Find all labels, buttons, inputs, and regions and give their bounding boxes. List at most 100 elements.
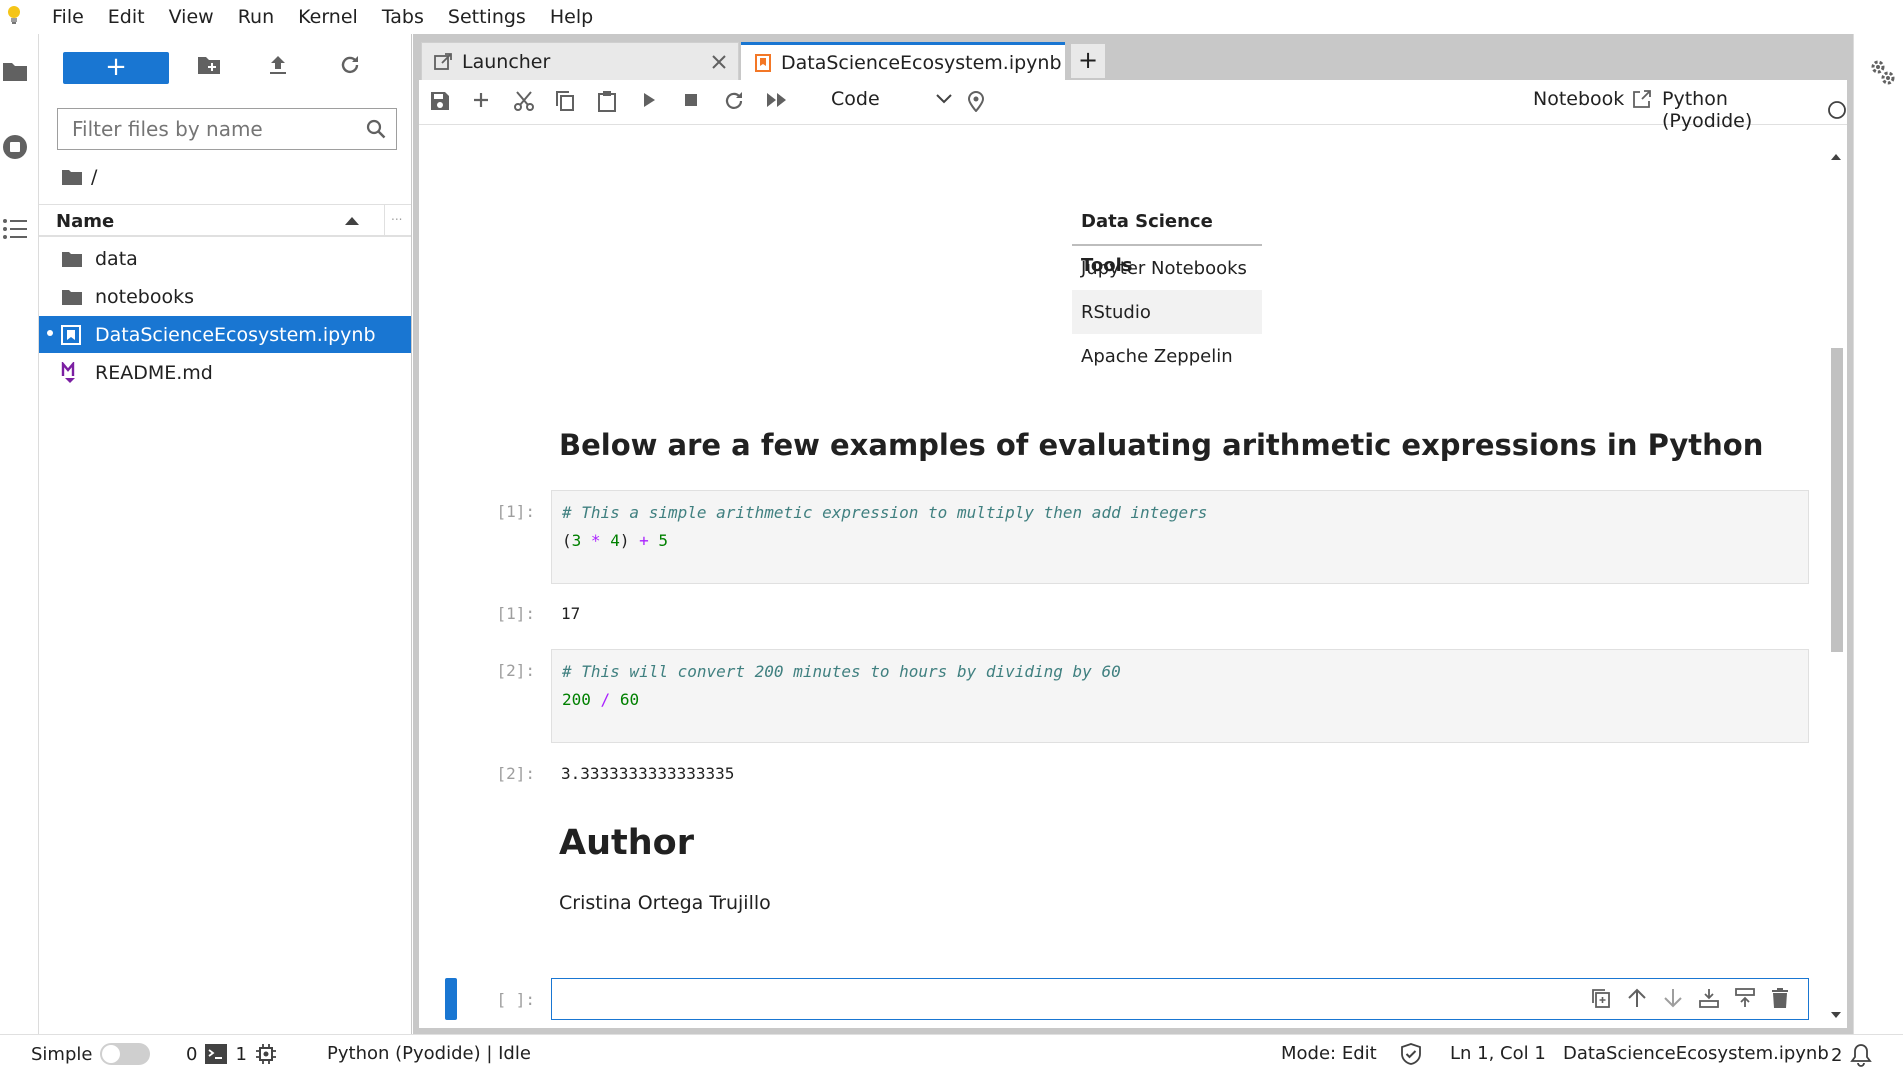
file-browser-tab-icon[interactable] bbox=[2, 60, 28, 82]
running-terminals-kernels[interactable]: 0 1 bbox=[186, 1043, 277, 1065]
open-in-notebook-link[interactable]: Notebook bbox=[1533, 88, 1652, 110]
notifications-count: 2 bbox=[1831, 1044, 1843, 1066]
new-folder-icon[interactable] bbox=[197, 54, 229, 84]
sort-ascending-icon[interactable] bbox=[345, 217, 359, 225]
move-up-icon[interactable] bbox=[1626, 987, 1648, 1009]
save-icon[interactable] bbox=[429, 90, 455, 114]
kernel-status[interactable]: Python (Pyodide) | Idle bbox=[327, 1043, 531, 1064]
menu-file[interactable]: File bbox=[52, 6, 84, 28]
file-item-datascienceecosystem[interactable]: DataScienceEcosystem.ipynb bbox=[39, 316, 411, 353]
scroll-down-arrow-icon[interactable] bbox=[1829, 1010, 1843, 1020]
file-item-label: notebooks bbox=[95, 285, 195, 308]
breadcrumb: / bbox=[61, 166, 97, 188]
toggle-switch[interactable] bbox=[100, 1043, 151, 1065]
file-item-notebooks[interactable]: notebooks bbox=[39, 278, 411, 315]
kernels-count: 1 bbox=[235, 1043, 247, 1065]
cut-icon[interactable] bbox=[513, 90, 539, 114]
insert-cell-above-icon[interactable] bbox=[1698, 987, 1720, 1009]
menu-run[interactable]: Run bbox=[238, 6, 274, 28]
insert-cell-icon[interactable] bbox=[471, 90, 497, 114]
file-item-data[interactable]: data bbox=[39, 240, 411, 277]
new-tab-button[interactable]: + bbox=[1071, 44, 1105, 78]
notebook-link-label: Notebook bbox=[1533, 88, 1625, 110]
tab-launcher[interactable]: Launcher bbox=[421, 42, 739, 80]
table-row: Jupyter Notebooks bbox=[1081, 258, 1247, 279]
tools-table: Data Science Tools Jupyter Notebooks RSt… bbox=[1072, 200, 1262, 378]
code-line: 200 / 60 bbox=[562, 690, 640, 709]
author-heading: Author bbox=[559, 823, 694, 863]
simple-mode-toggle[interactable]: Simple bbox=[31, 1043, 151, 1065]
duplicate-cell-icon[interactable] bbox=[1590, 987, 1612, 1009]
table-of-contents-tab-icon[interactable] bbox=[2, 218, 28, 240]
search-icon bbox=[366, 119, 386, 139]
running-indicator bbox=[47, 330, 53, 336]
menu-view[interactable]: View bbox=[169, 6, 214, 28]
table-header: Data Science Tools bbox=[1072, 200, 1262, 276]
menu-edit[interactable]: Edit bbox=[108, 6, 145, 28]
author-name: Cristina Ortega Trujillo bbox=[559, 892, 771, 914]
bell-icon bbox=[1850, 1043, 1873, 1067]
notifications[interactable]: 2 bbox=[1831, 1043, 1873, 1067]
new-launcher-button[interactable]: + bbox=[63, 52, 169, 84]
active-cell-marker[interactable] bbox=[445, 978, 457, 1020]
home-folder-icon[interactable] bbox=[61, 168, 83, 186]
active-code-cell-input[interactable] bbox=[551, 978, 1809, 1020]
file-list-header: Name ... bbox=[39, 204, 411, 237]
folder-icon bbox=[61, 288, 83, 306]
launcher-icon bbox=[434, 52, 452, 71]
scroll-up-arrow-icon[interactable] bbox=[1829, 152, 1843, 162]
terminal-icon bbox=[205, 1044, 228, 1064]
menu-settings[interactable]: Settings bbox=[448, 6, 526, 28]
paste-icon[interactable] bbox=[597, 90, 623, 114]
file-item-readme[interactable]: README.md bbox=[39, 354, 411, 391]
kernel-selector[interactable]: Python (Pyodide) bbox=[1662, 88, 1847, 132]
column-name-header[interactable]: Name bbox=[56, 211, 114, 232]
move-down-icon[interactable] bbox=[1662, 987, 1684, 1009]
notebook-toolbar: Code Notebook Python (Pyodide) bbox=[419, 80, 1847, 132]
column-more[interactable]: ... bbox=[391, 209, 402, 223]
debugger-pin-icon[interactable] bbox=[967, 90, 993, 114]
close-tab-icon[interactable] bbox=[712, 54, 726, 69]
upload-icon[interactable] bbox=[268, 54, 300, 84]
trusted-shield-icon[interactable] bbox=[1400, 1043, 1422, 1065]
terminals-count: 0 bbox=[186, 1043, 198, 1065]
cursor-position[interactable]: Ln 1, Col 1 bbox=[1450, 1043, 1546, 1064]
code-cell-input[interactable]: # This will convert 200 minutes to hours… bbox=[551, 649, 1809, 743]
refresh-icon[interactable] bbox=[339, 54, 371, 84]
insert-cell-below-icon[interactable] bbox=[1734, 987, 1756, 1009]
running-sessions-tab-icon[interactable] bbox=[2, 134, 28, 160]
cell-output: 3.3333333333333335 bbox=[561, 764, 735, 783]
cell-type-value: Code bbox=[831, 88, 880, 110]
code-comment: # This will convert 200 minutes to hours… bbox=[562, 662, 1121, 681]
file-item-label: README.md bbox=[95, 361, 213, 384]
run-cell-icon[interactable] bbox=[639, 90, 665, 114]
restart-kernel-icon[interactable] bbox=[723, 90, 749, 114]
restart-run-all-icon[interactable] bbox=[765, 90, 791, 114]
delete-cell-icon[interactable] bbox=[1770, 987, 1790, 1009]
property-inspector-gears-icon[interactable] bbox=[1870, 58, 1896, 86]
kernel-idle-indicator-icon bbox=[1827, 100, 1847, 120]
copy-icon[interactable] bbox=[555, 90, 581, 114]
markdown-icon bbox=[61, 361, 83, 384]
notebook-tab-icon bbox=[755, 53, 771, 72]
menu-help[interactable]: Help bbox=[550, 6, 593, 28]
cell-type-select[interactable]: Code bbox=[831, 88, 952, 110]
code-cell-input[interactable]: # This a simple arithmetic expression to… bbox=[551, 490, 1809, 584]
menu-items: File Edit View Run Kernel Tabs Settings … bbox=[40, 0, 605, 34]
column-divider[interactable] bbox=[384, 205, 385, 236]
code-line: (3 * 4) + 5 bbox=[562, 531, 668, 550]
cell-toolbar bbox=[1590, 987, 1790, 1009]
filter-files-input[interactable] bbox=[70, 109, 344, 149]
menu-kernel[interactable]: Kernel bbox=[298, 6, 358, 28]
interrupt-kernel-icon[interactable] bbox=[681, 90, 707, 114]
scrollbar-thumb[interactable] bbox=[1831, 348, 1843, 652]
tab-datascienceecosystem[interactable]: DataScienceEcosystem.ipynb bbox=[741, 42, 1065, 80]
menu-tabs[interactable]: Tabs bbox=[382, 6, 424, 28]
filter-files-field[interactable] bbox=[57, 108, 397, 150]
external-link-icon bbox=[1632, 89, 1652, 109]
kernel-chip-icon bbox=[255, 1043, 277, 1065]
breadcrumb-root[interactable]: / bbox=[91, 166, 97, 188]
input-prompt: [1]: bbox=[496, 502, 535, 521]
notebook-panel: Code Notebook Python (Pyodide) Data Scie… bbox=[419, 80, 1847, 1028]
examples-heading: Below are a few examples of evaluating a… bbox=[559, 428, 1764, 462]
